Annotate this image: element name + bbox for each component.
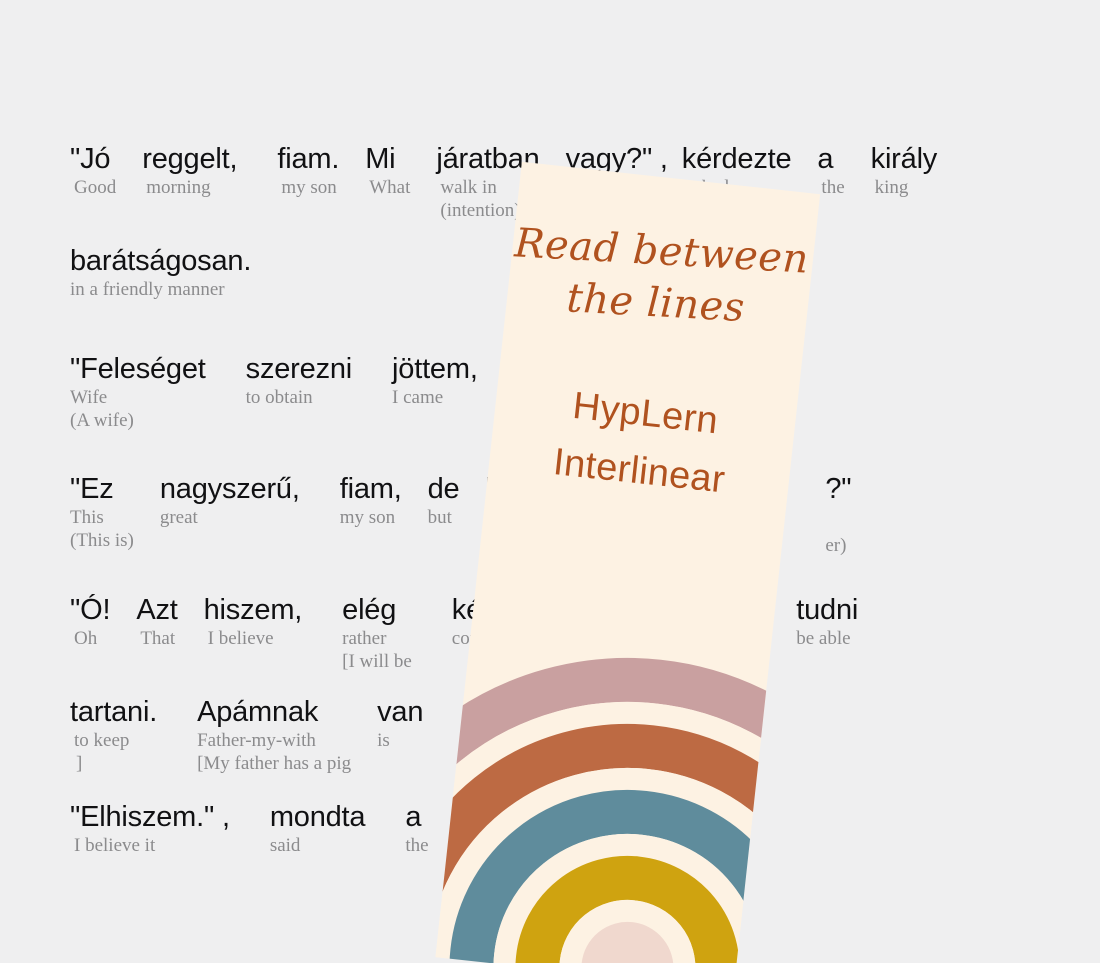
source-word: "Feleséget — [70, 353, 206, 385]
interlinear-word: fiam. my son — [277, 142, 339, 199]
source-word: szerezni — [245, 353, 353, 385]
gloss-word: but — [427, 507, 452, 528]
source-word: Apámnak — [197, 696, 319, 728]
bookmark-brand: HypLern Interlinear — [487, 369, 798, 517]
interlinear-word: "Elhiszem." , I believe it — [70, 800, 230, 857]
gloss-word: my son — [281, 177, 337, 198]
source-word: kérdezte — [681, 143, 792, 175]
interlinear-word: Apámnak Father-my-with [My father has a … — [197, 695, 351, 775]
source-word: Azt — [136, 594, 178, 626]
gloss-word: Father-my-with — [197, 730, 316, 751]
gloss-word: is — [377, 730, 390, 751]
gloss-word: great — [159, 507, 198, 528]
gloss-note: (intention) — [440, 200, 521, 221]
gloss-word: the — [405, 835, 429, 856]
gloss-word: This — [70, 507, 104, 528]
interlinear-word: tudni be able — [796, 593, 858, 650]
source-word: a — [817, 143, 834, 175]
source-word: mondta — [269, 801, 366, 833]
gloss-word: king — [874, 177, 909, 198]
source-word: fiam, — [339, 473, 402, 505]
interlinear-word: király king — [870, 142, 938, 199]
source-word: elég — [342, 594, 397, 626]
interlinear-word: "Ó! Oh — [70, 593, 111, 650]
gloss-word: said — [269, 835, 301, 856]
source-word: reggelt, — [142, 143, 238, 175]
gloss-word: in a friendly manner — [70, 279, 225, 300]
interlinear-word: Azt That — [136, 593, 178, 650]
interlinear-word: jöttem, I came — [392, 352, 478, 409]
source-word: ?" — [825, 473, 852, 505]
gloss-word: the — [821, 177, 845, 198]
gloss-word: rather — [342, 628, 387, 649]
interlinear-word: hiszem, I believe — [204, 593, 303, 650]
source-word: király — [870, 143, 938, 175]
source-word: "Ó! — [70, 594, 111, 626]
source-word: de — [427, 473, 460, 505]
source-word: "Jó — [70, 143, 111, 175]
interlinear-word: Mi What — [365, 142, 410, 199]
gloss-note: (A wife) — [70, 410, 134, 431]
gloss-word: morning — [146, 177, 211, 198]
source-word: jöttem, — [392, 353, 478, 385]
interlinear-word: nagyszerű, great — [160, 472, 300, 529]
gloss-note: ] — [76, 753, 83, 774]
interlinear-word: "Feleséget Wife (A wife) — [70, 352, 206, 432]
gloss-word: What — [369, 177, 411, 198]
interlinear-word: a the — [817, 142, 844, 199]
gloss-note: (This is) — [70, 530, 134, 551]
gloss-word: be able — [796, 628, 851, 649]
gloss-note: [I will be — [342, 651, 412, 672]
gloss-word: I believe — [207, 628, 274, 649]
gloss-word: my son — [339, 507, 396, 528]
interlinear-word: fiam, my son — [340, 472, 402, 529]
gloss-word: Oh — [74, 628, 98, 649]
interlinear-word: a the — [405, 800, 428, 857]
source-word: "Ez — [70, 473, 114, 505]
source-word: Mi — [365, 143, 396, 175]
interlinear-word: tartani. to keep ] — [70, 695, 157, 775]
gloss-word: That — [140, 628, 176, 649]
source-word: tudni — [796, 594, 859, 626]
interlinear-word-fragment: ?" er) — [825, 472, 851, 557]
source-word: tartani. — [70, 696, 158, 728]
interlinear-word: elég rather [I will be — [342, 593, 412, 673]
source-word: a — [405, 801, 422, 833]
interlinear-word: "Jó Good — [70, 142, 116, 199]
bookmark-tagline: Read between the lines — [508, 217, 813, 338]
screenshot-stage: "Jó Good reggelt, morning fiam. my son M… — [0, 0, 1100, 963]
gloss-note: [My father has a pig — [197, 753, 352, 774]
gloss-word: to obtain — [245, 387, 313, 408]
gloss-word: er) — [825, 535, 847, 556]
source-word: nagyszerű, — [159, 473, 300, 505]
interlinear-word: "Ez This (This is) — [70, 472, 134, 552]
source-word: "Elhiszem." , — [70, 801, 230, 833]
gloss-word: Good — [74, 177, 117, 198]
interlinear-word: mondta said — [270, 800, 366, 857]
source-word: barátságosan. — [70, 245, 252, 277]
gloss-word: Wife — [70, 387, 108, 408]
gloss-word: walk in — [440, 177, 497, 198]
interlinear-word: de but — [428, 472, 460, 529]
gloss-word: I came — [392, 387, 444, 408]
gloss-word: to keep — [74, 730, 130, 751]
interlinear-word: szerezni to obtain — [245, 352, 353, 409]
source-word: hiszem, — [203, 594, 303, 626]
interlinear-word: reggelt, morning — [142, 142, 237, 199]
interlinear-word: barátságosan. in a friendly manner — [70, 244, 251, 301]
source-word: van — [377, 696, 424, 728]
gloss-word: I believe it — [74, 835, 156, 856]
source-word: fiam. — [277, 143, 340, 175]
interlinear-word: van is — [377, 695, 423, 752]
